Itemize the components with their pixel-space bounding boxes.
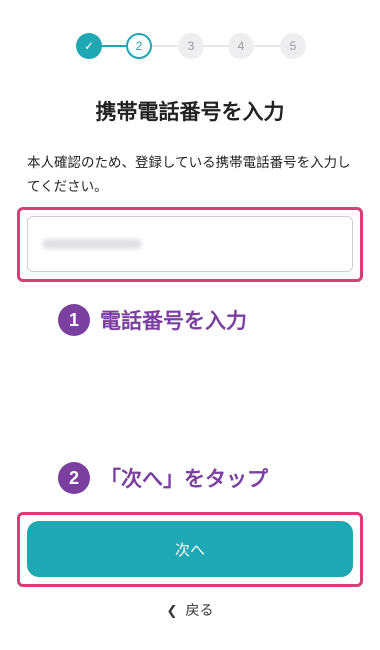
annotation-text: 「次へ」をタップ — [100, 467, 268, 491]
step-2-current: 2 — [126, 33, 152, 59]
stepper-connector — [152, 45, 178, 47]
blurred-phone-number — [42, 239, 142, 249]
back-link[interactable]: ❮ 戻る — [0, 600, 380, 620]
step-1-complete-check-icon: ✓ — [76, 33, 102, 59]
next-button[interactable]: 次へ — [27, 521, 353, 577]
page-title: 携帯電話番号を入力 — [95, 100, 285, 124]
annotation-text: 電話番号を入力 — [100, 309, 247, 333]
annotation-number-badge: 2 — [58, 462, 90, 494]
back-link-label: 戻る — [185, 603, 214, 619]
step-5: 5 — [280, 33, 306, 59]
annotation-number-badge: 1 — [58, 304, 90, 336]
progress-stepper: ✓ 2 3 4 5 — [76, 33, 306, 61]
stepper-connector — [254, 45, 280, 47]
annotation-step-2: 2 「次へ」をタップ — [58, 462, 268, 494]
stepper-connector — [204, 45, 228, 47]
step-3: 3 — [178, 33, 204, 59]
stepper-connector — [102, 45, 126, 47]
instruction-text: 本人確認のため、登録している携帯電話番号を入力してください。 — [27, 155, 351, 195]
phone-number-input[interactable] — [27, 216, 353, 272]
chevron-left-icon: ❮ — [166, 604, 178, 619]
step-4: 4 — [228, 33, 254, 59]
annotation-step-1: 1 電話番号を入力 — [58, 304, 247, 336]
